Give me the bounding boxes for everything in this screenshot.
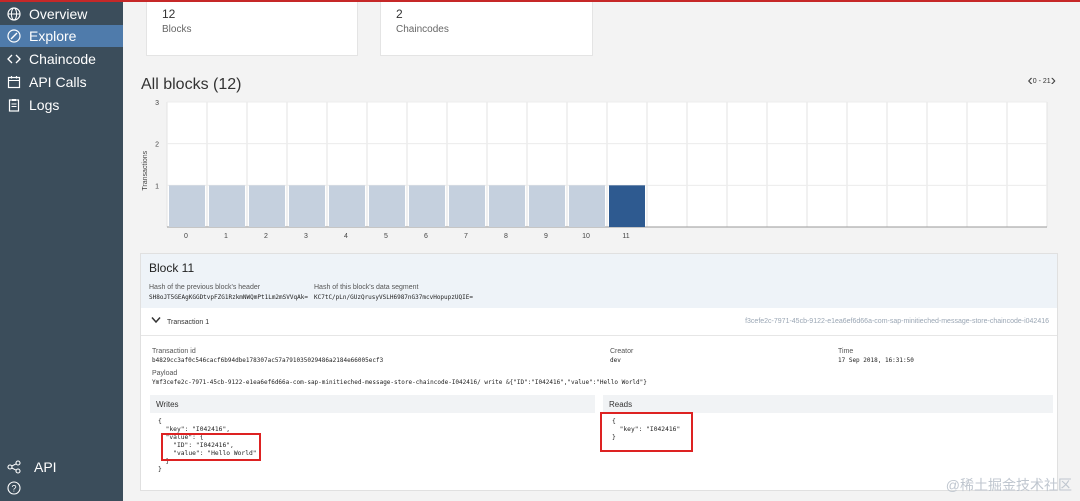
creator-label: Creator [610, 348, 634, 355]
time-value: 17 Sep 2018, 16:31:50 [838, 357, 914, 364]
chart-bar [569, 185, 605, 227]
chevron-right-icon[interactable]: › [1051, 73, 1056, 89]
x-tick-label: 3 [304, 233, 308, 240]
sidebar-item-label: Overview [29, 6, 88, 22]
transaction-id-value: b4829cc3af0c546cacf6b94dbe178307ac57a791… [152, 357, 384, 364]
chevron-down-icon[interactable] [151, 316, 161, 327]
creator-value: dev [610, 357, 621, 364]
transaction-label: Transaction 1 [167, 319, 210, 326]
chart-bar [449, 185, 485, 227]
data-hash-value: KC7tC/pLn/GUzQrusyVSLH6987nG37mcvHopupzU… [314, 294, 473, 301]
transaction-header[interactable]: Transaction 1 f3cefe2c-7971-45cb-9122-e1… [141, 308, 1057, 336]
prev-hash-value: SH8oJT5GEAgKGGDtvpFZG1RzkmNWQmPt1Lm2mSVV… [149, 294, 308, 301]
block-detail-panel: Block 11 Hash of the previous block's he… [140, 253, 1058, 491]
reads-highlight-box [600, 412, 693, 452]
x-tick-label: 11 [622, 233, 629, 240]
main-content: 12 Blocks 2 Chaincodes All blocks (12) ‹… [123, 2, 1080, 501]
help-button[interactable]: ? [0, 478, 123, 498]
block-title: Block 11 [149, 261, 195, 275]
pager: ‹ 0 - 21 › [1027, 73, 1056, 89]
svg-text:?: ? [11, 484, 16, 494]
writes-highlight-box [161, 433, 261, 461]
sidebar-item-label: API [34, 459, 57, 475]
sidebar-item-label: Chaincode [29, 51, 96, 67]
y-tick-label: 3 [155, 100, 159, 107]
compass-icon [0, 29, 28, 43]
y-tick-label: 2 [155, 142, 159, 149]
globe-icon [0, 7, 28, 21]
block-header: Block 11 Hash of the previous block's he… [141, 254, 1057, 308]
chart-bar [329, 185, 365, 227]
stat-card-blocks: 12 Blocks [146, 2, 358, 56]
blocks-chart: 1 2 3 Transactions 0 1 2 3 4 5 6 7 8 9 10 11 [137, 97, 1057, 247]
chart-bar [249, 185, 285, 227]
sidebar-item-logs[interactable]: Logs [0, 94, 123, 116]
clipboard-icon [0, 98, 28, 112]
payload-label: Payload [152, 370, 178, 377]
sidebar-item-explore[interactable]: Explore [0, 25, 123, 47]
page-title: All blocks (12) [141, 76, 242, 93]
transaction-id-label: Transaction id [152, 348, 196, 355]
chart-bar [409, 185, 445, 227]
time-label: Time [838, 348, 854, 355]
y-tick-label: 1 [155, 183, 159, 190]
chart-bar [369, 185, 405, 227]
chart-bar [609, 185, 645, 227]
x-tick-label: 4 [344, 233, 348, 240]
data-hash-label: Hash of this block's data segment [314, 284, 419, 291]
x-tick-label: 5 [384, 233, 388, 240]
x-tick-label: 8 [504, 233, 508, 240]
x-tick-label: 0 [184, 233, 188, 240]
calendar-icon [0, 75, 28, 89]
blocks-chart-svg: 1 2 3 Transactions 0 1 2 3 4 5 6 7 8 9 10 11 [142, 100, 1048, 240]
sidebar-item-label: API Calls [29, 74, 87, 90]
transaction-chaincode-id: f3cefe2c-7971-45cb-9122-e1ea6ef6d66a-com… [745, 318, 1049, 325]
x-tick-label: 9 [544, 233, 548, 240]
x-tick-label: 10 [582, 233, 590, 240]
payload-value: Ymf3cefe2c-7971-45cb-9122-e1ea6ef6d66a-c… [152, 379, 647, 386]
stat-value: 2 [396, 7, 403, 21]
watermark-text: @稀土掘金技术社区 [945, 477, 1072, 493]
sidebar-item-api-calls[interactable]: API Calls [0, 71, 123, 93]
watermark: @稀土掘金技术社区 [946, 475, 1072, 495]
stat-card-chaincodes: 2 Chaincodes [380, 2, 593, 56]
sidebar-item-label: Logs [29, 97, 60, 113]
chart-bar [289, 185, 325, 227]
sidebar: Overview Explore Chaincode API Calls Log… [0, 2, 123, 501]
x-tick-label: 7 [464, 233, 468, 240]
share-icon [0, 460, 28, 474]
chart-bar [489, 185, 525, 227]
stat-label: Blocks [162, 24, 192, 35]
x-tick-label: 6 [424, 233, 428, 240]
sidebar-item-api[interactable]: API [0, 457, 123, 477]
stat-label: Chaincodes [396, 24, 449, 35]
writes-header: Writes [150, 395, 595, 413]
code-icon [0, 52, 28, 66]
y-axis-label: Transactions [142, 150, 149, 190]
reads-header: Reads [603, 395, 1053, 413]
x-tick-label: 1 [224, 233, 228, 240]
chart-bar [169, 185, 205, 227]
pager-range: 0 - 21 [1032, 77, 1051, 85]
chart-bar [209, 185, 245, 227]
help-icon: ? [0, 481, 28, 495]
sidebar-item-chaincode[interactable]: Chaincode [0, 48, 123, 70]
sidebar-item-label: Explore [29, 28, 77, 44]
sidebar-item-overview[interactable]: Overview [0, 3, 123, 25]
chart-bar [529, 185, 565, 227]
stat-value: 12 [162, 7, 176, 21]
prev-hash-label: Hash of the previous block's header [149, 284, 261, 291]
x-tick-label: 2 [264, 233, 268, 240]
